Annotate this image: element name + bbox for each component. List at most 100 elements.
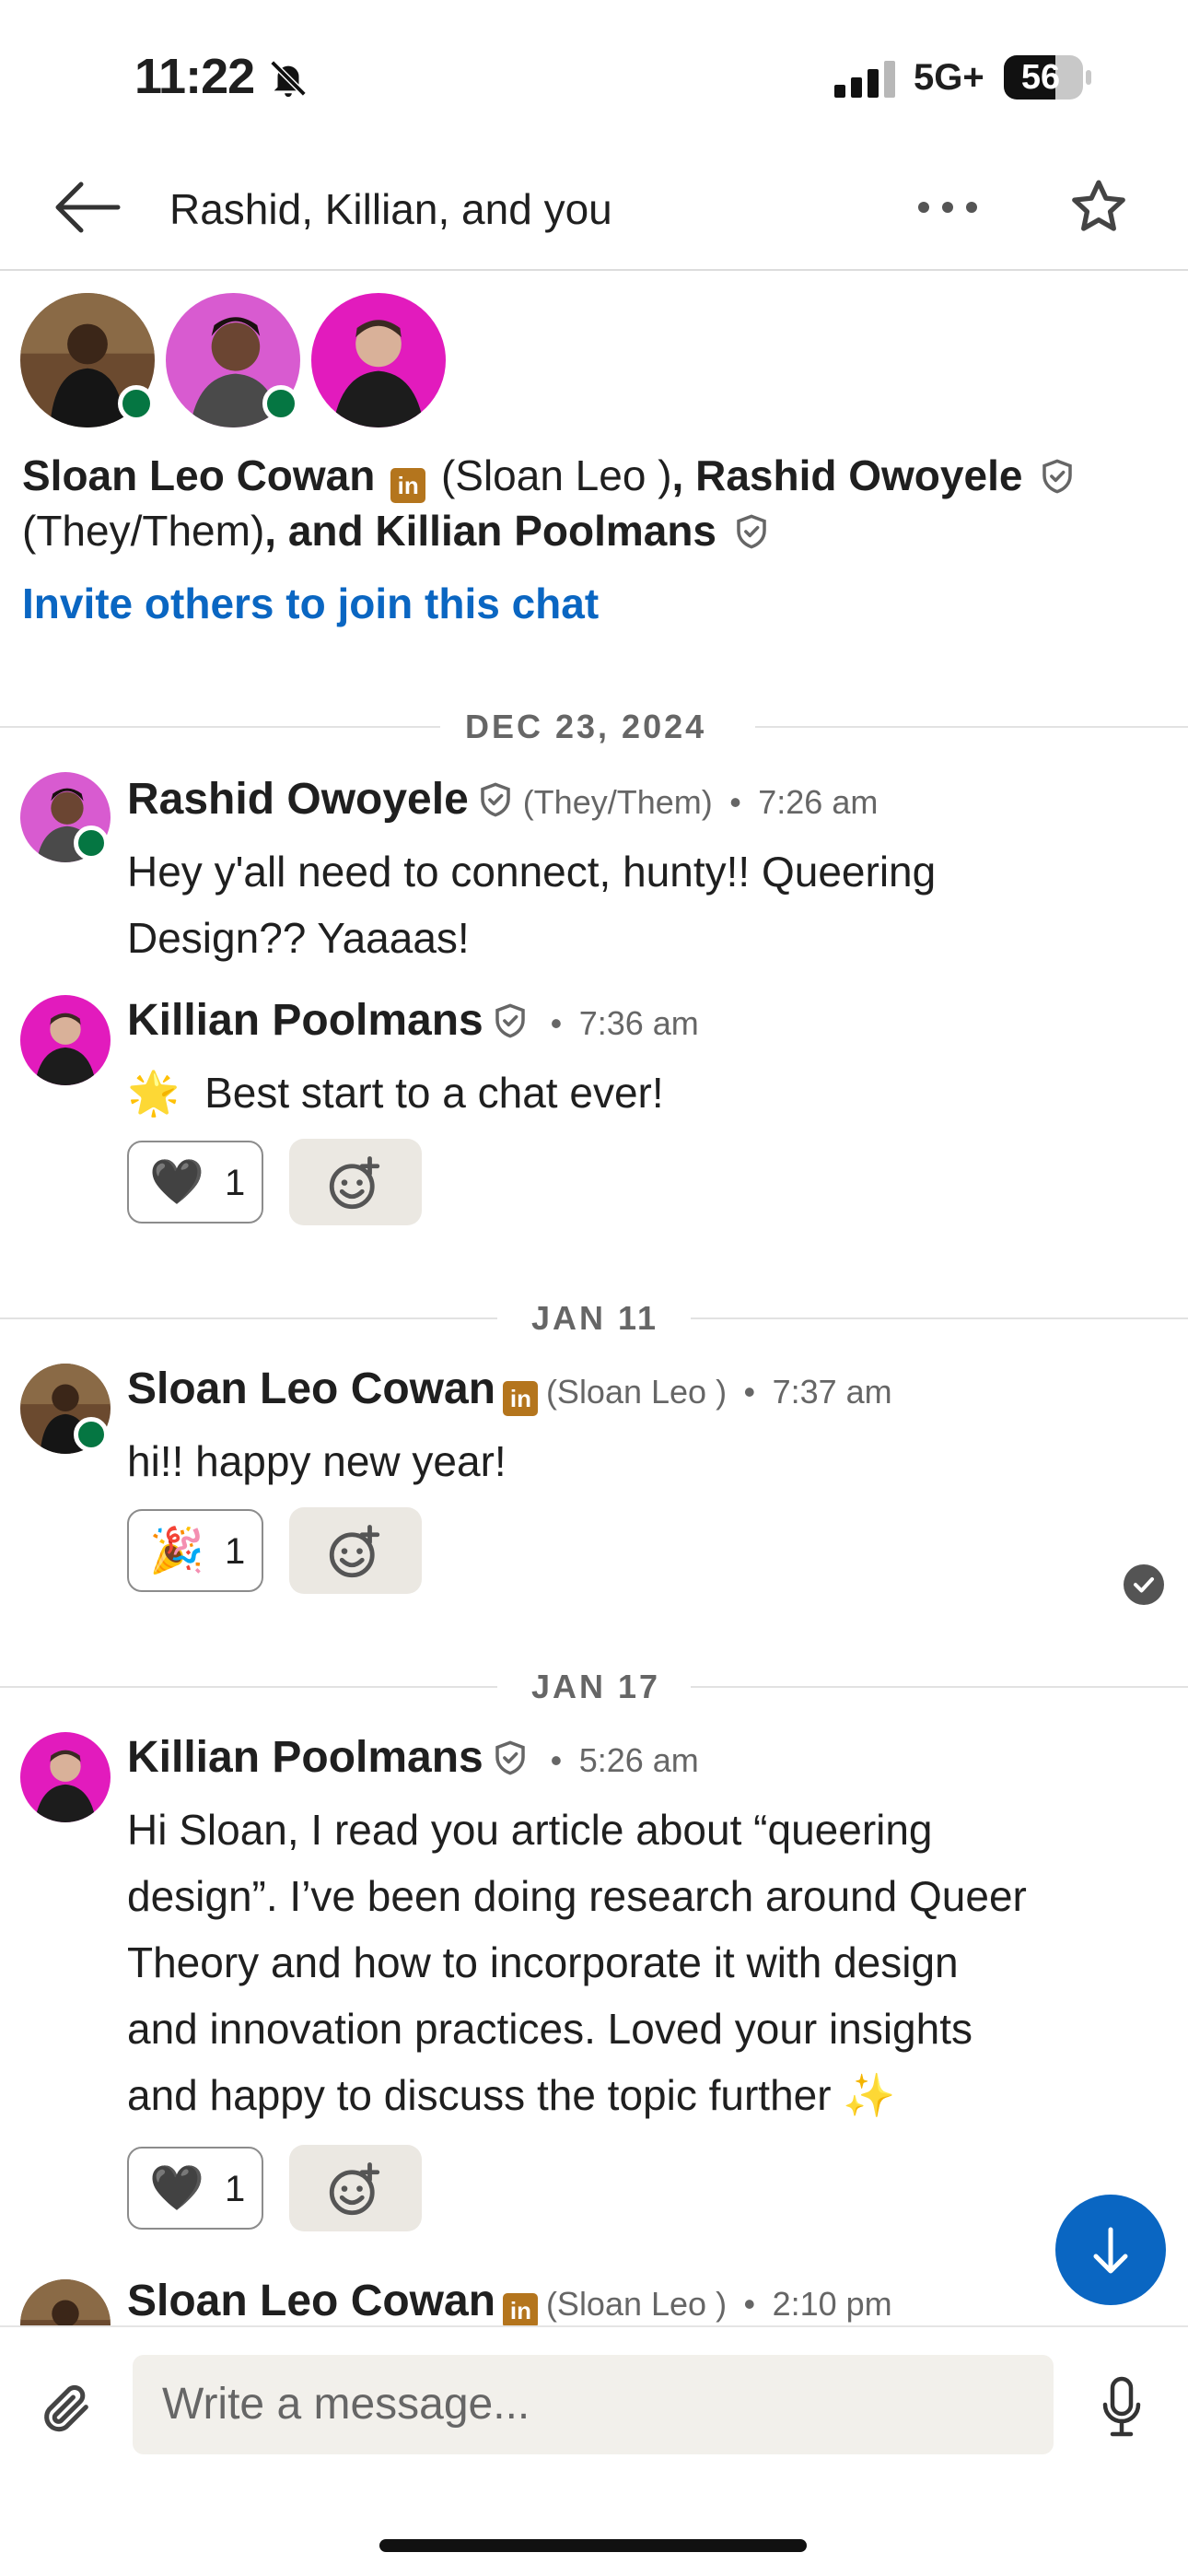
add-reaction-icon	[324, 1153, 385, 1214]
read-receipt-icon	[1124, 1564, 1164, 1605]
add-reaction-icon	[324, 1522, 385, 1583]
message-line: Theory and how to incorporate it with de…	[127, 1938, 959, 1986]
verified-shield-icon	[476, 780, 515, 819]
party-popper-emoji: 🎉	[149, 1527, 204, 1575]
sender-name[interactable]: Sloan Leo Cowan	[127, 2277, 495, 2325]
sender-pronouns: (They/Them)	[522, 783, 713, 821]
message-header: Sloan Leo Cowan in (Sloan Leo ) • 7:37 a…	[127, 1364, 892, 1416]
date-label: DEC 23, 2024	[465, 708, 707, 745]
message-text: hi!! happy new year!	[127, 1437, 507, 1485]
sparkles-emoji: ✨	[843, 2071, 896, 2119]
online-indicator	[262, 385, 299, 422]
scroll-to-bottom-button[interactable]	[1055, 2195, 1166, 2305]
participant-alias: (Sloan Leo )	[440, 451, 672, 499]
bell-slash-icon	[270, 60, 307, 98]
star-icon[interactable]	[1066, 175, 1131, 240]
back-arrow-icon[interactable]	[53, 181, 122, 234]
date-divider	[0, 1686, 497, 1688]
partial-message: Sloan Leo Cowan in (Sloan Leo ) • 2:10 p…	[0, 2276, 1188, 2325]
verified-shield-icon	[1038, 457, 1077, 496]
participant-name[interactable]: , and Killian Poolmans	[264, 507, 716, 555]
black-heart-emoji: 🖤	[149, 1158, 204, 1207]
battery-level: 56	[1020, 58, 1061, 97]
sender-name[interactable]: Killian Poolmans	[127, 996, 483, 1045]
sender-name[interactable]: Rashid Owoyele	[127, 775, 469, 824]
message-time: 7:36 am	[578, 1004, 699, 1042]
reaction-chip[interactable]: 🖤 1	[127, 1141, 263, 1224]
sender-alias: (Sloan Leo )	[545, 2285, 728, 2323]
message-body: 🌟 Best start to a chat ever!	[127, 1060, 664, 1126]
add-reaction-button[interactable]	[289, 1139, 422, 1225]
message-line: Hey y'all need to connect, hunty!! Queer…	[127, 848, 937, 896]
message-line: and innovation practices. Loved your ins…	[127, 2005, 973, 2053]
sender-name[interactable]: Killian Poolmans	[127, 1733, 483, 1782]
linkedin-icon: in	[503, 2293, 539, 2325]
message-body: Hey y'all need to connect, hunty!! Queer…	[127, 838, 936, 971]
date-divider	[0, 1317, 497, 1319]
star-emoji: 🌟	[127, 1069, 181, 1117]
invite-link[interactable]: Invite others to join this chat	[22, 579, 599, 628]
message-time: 2:10 pm	[772, 2285, 892, 2323]
reaction-count: 1	[225, 1163, 246, 1203]
sender-name[interactable]: Sloan Leo Cowan	[127, 1364, 495, 1413]
message-header: Killian Poolmans • 5:26 am	[127, 1732, 699, 1783]
microphone-icon[interactable]	[1101, 2375, 1142, 2440]
message-line: design”. I’ve been doing research around…	[127, 1872, 1027, 1920]
linkedin-icon: in	[503, 1381, 539, 1416]
participant-name[interactable]: Sloan Leo Cowan	[22, 451, 375, 499]
participant-pronouns: (They/Them)	[22, 507, 265, 555]
message-input[interactable]: Write a message...	[133, 2355, 1054, 2454]
add-reaction-button[interactable]	[289, 1507, 422, 1594]
date-divider	[0, 726, 440, 728]
verified-shield-icon	[491, 1001, 530, 1040]
separator-dot: •	[550, 1741, 563, 1779]
online-indicator	[118, 385, 155, 422]
message-line: Hi Sloan, I read you article about “quee…	[127, 1806, 933, 1854]
add-reaction-icon	[324, 2160, 385, 2220]
black-heart-emoji: 🖤	[149, 2164, 204, 2213]
message-header: Killian Poolmans • 7:36 am	[127, 995, 699, 1046]
network-label: 5G+	[914, 57, 984, 98]
conversation-title: Rashid, Killian, and you	[169, 185, 612, 233]
message-body: Hi Sloan, I read you article about “quee…	[127, 1797, 1027, 2128]
date-divider	[755, 726, 1188, 728]
online-indicator	[74, 825, 109, 861]
header-divider	[0, 269, 1188, 271]
participants-list: Sloan Leo Cowan in (Sloan Leo ), Rashid …	[22, 448, 1173, 558]
sender-avatar[interactable]	[20, 995, 111, 1085]
date-label: JAN 17	[531, 1668, 661, 1705]
attachment-icon[interactable]	[37, 2377, 96, 2440]
sender-avatar[interactable]	[20, 1732, 111, 1822]
more-options-icon[interactable]	[915, 184, 980, 230]
verified-shield-icon	[732, 512, 771, 551]
date-label: JAN 11	[531, 1299, 659, 1337]
verified-shield-icon	[491, 1739, 530, 1777]
linkedin-icon: in	[390, 468, 426, 503]
home-indicator	[379, 2539, 807, 2552]
sender-alias: (Sloan Leo )	[545, 1373, 728, 1411]
arrow-down-icon	[1093, 2227, 1128, 2274]
message-time: 7:37 am	[772, 1373, 892, 1411]
separator-dot: •	[743, 1373, 756, 1411]
date-divider	[691, 1686, 1188, 1688]
message-time: 5:26 am	[578, 1741, 699, 1779]
reaction-count: 1	[225, 1531, 246, 1572]
status-time: 11:22	[134, 49, 255, 104]
message-header: Sloan Leo Cowan in (Sloan Leo ) • 2:10 p…	[127, 2276, 892, 2325]
online-indicator	[74, 1417, 109, 1452]
sender-avatar[interactable]	[20, 2279, 111, 2325]
reaction-chip[interactable]: 🖤 1	[127, 2147, 263, 2230]
composer-divider	[0, 2325, 1188, 2327]
message-time: 7:26 am	[758, 783, 879, 821]
reaction-count: 1	[225, 2169, 246, 2209]
date-divider	[691, 1317, 1188, 1319]
participant-name[interactable]: , Rashid Owoyele	[672, 451, 1023, 499]
separator-dot: •	[743, 2285, 756, 2323]
add-reaction-button[interactable]	[289, 2145, 422, 2231]
reaction-chip[interactable]: 🎉 1	[127, 1509, 263, 1592]
signal-icon	[834, 61, 895, 98]
separator-dot: •	[729, 783, 741, 821]
avatar-killian[interactable]	[311, 293, 446, 427]
message-line: Design?? Yaaaas!	[127, 914, 470, 962]
separator-dot: •	[550, 1004, 563, 1042]
